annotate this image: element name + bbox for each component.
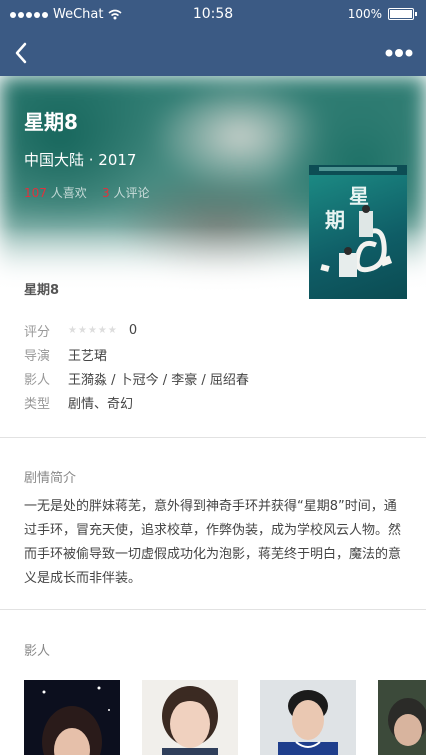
genre-row: 类型 剧情、奇幻 [24,390,404,414]
movie-poster[interactable]: 期 星 [309,165,407,299]
star-icon: ★ [77,324,87,336]
battery-percent: 100% [347,7,382,21]
movie-info: 评分 ★ ★ ★ ★ ★ 0 导演 王艺珺 影人 王漪淼 / 卜冠今 / 李豪 / 屈绍… [24,318,404,414]
cast-section-title: 影人 [24,644,51,659]
synopsis-text: 一无是处的胖妹蒋芜，意外得到神奇手环并获得“星期8”时间，通过手环，冒充天使，追… [24,499,402,586]
cast-value[interactable]: 王漪淼 / 卜冠今 / 李豪 / 屈绍春 [68,369,249,388]
battery-icon [388,8,417,20]
stats: 107 人喜欢 3 人评论 [24,184,150,201]
star-icon: ★ [68,324,77,336]
rating-label: 评分 [24,324,51,340]
director-label: 导演 [24,348,51,364]
star-icon: ★ [87,324,97,336]
svg-text:星: 星 [349,184,369,208]
more-icon[interactable] [384,44,414,62]
cast-photo[interactable] [24,680,120,755]
comments-label: 人评论 [113,186,150,200]
cast-photo[interactable] [260,680,356,755]
star-icon: ★ [107,324,117,336]
director-row: 导演 王艺珺 [24,342,404,366]
cast-photo[interactable] [142,680,238,755]
comments-count: 3 [102,186,110,200]
movie-short-title: 星期8 [24,283,60,298]
nav-bar [0,30,426,76]
genre-value: 剧情、奇幻 [68,396,134,412]
movie-title: 星期8 [24,110,78,134]
rating-row: 评分 ★ ★ ★ ★ ★ 0 [24,318,404,342]
star-icon: ★ [97,324,107,336]
rating-stars: ★ ★ ★ ★ ★ [68,325,117,336]
cast-label: 影人 [24,372,51,388]
director-value[interactable]: 王艺珺 [68,345,107,364]
likes-count: 107 [24,186,47,200]
cast-row: 影人 王漪淼 / 卜冠今 / 李豪 / 屈绍春 [24,366,404,390]
region-year: 中国大陆 · 2017 [24,151,137,169]
status-bar: WeChat 10:58 100% [0,0,426,30]
back-icon[interactable] [8,38,38,68]
genre-label: 类型 [24,396,51,412]
cast-list [24,680,426,755]
synopsis-title: 剧情简介 [24,471,77,486]
rating-value: 0 [128,322,138,338]
divider [0,609,426,610]
cast-photo[interactable] [378,680,426,755]
divider [0,437,426,438]
svg-text:期: 期 [325,208,345,232]
likes-label: 人喜欢 [50,186,87,200]
